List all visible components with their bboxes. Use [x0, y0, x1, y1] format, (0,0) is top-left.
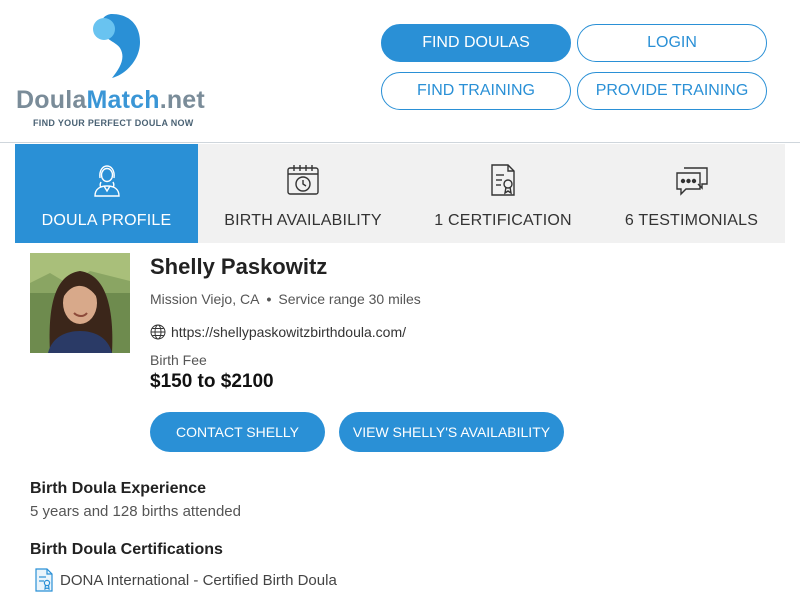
certificate-doc-icon [35, 568, 53, 592]
profile-photo [30, 253, 130, 353]
website-row: https://shellypaskowitzbirthdoula.com/ [150, 324, 406, 340]
globe-icon [150, 324, 166, 340]
site-header: DoulaMatch.net FIND YOUR PERFECT DOULA N… [0, 0, 800, 143]
doula-name: Shelly Paskowitz [150, 254, 328, 279]
contact-button[interactable]: CONTACT SHELLY [150, 412, 325, 452]
logo-wordmark[interactable]: DoulaMatch.net [16, 86, 205, 115]
provide-training-button[interactable]: PROVIDE TRAINING [577, 72, 767, 110]
service-range-text: Service range 30 miles [278, 291, 421, 307]
location-text: Mission Viejo, CA [150, 291, 260, 307]
find-doulas-button[interactable]: FIND DOULAS [381, 24, 571, 62]
logo-part-match: Match [86, 86, 160, 114]
tab-testimonials[interactable]: 6 TESTIMONIALS [598, 144, 785, 243]
certification-text: DONA International - Certified Birth Dou… [60, 571, 337, 589]
logo-part-doula: Doula [16, 86, 87, 114]
birth-fee-label: Birth Fee [150, 352, 207, 368]
experience-heading: Birth Doula Experience [30, 480, 207, 497]
doula-profile-icon [93, 165, 120, 197]
certification-item: DONA International - Certified Birth Dou… [34, 568, 337, 592]
view-availability-button[interactable]: VIEW SHELLY'S AVAILABILITY [339, 412, 564, 452]
tab-label: DOULA PROFILE [41, 212, 172, 229]
tab-doula-profile[interactable]: DOULA PROFILE [15, 144, 198, 243]
logo-icon[interactable] [90, 12, 142, 80]
logo-tagline: FIND YOUR PERFECT DOULA NOW [33, 118, 194, 128]
find-training-button[interactable]: FIND TRAINING [381, 72, 571, 110]
birth-fee-value: $150 to $2100 [150, 371, 274, 392]
tab-label: 1 CERTIFICATION [434, 212, 572, 229]
certifications-heading: Birth Doula Certifications [30, 541, 223, 558]
tab-certification[interactable]: 1 CERTIFICATION [408, 144, 598, 243]
location-line: Mission Viejo, CA • Service range 30 miles [150, 291, 421, 307]
experience-text: 5 years and 128 births attended [30, 503, 241, 520]
calendar-clock-icon [287, 165, 319, 195]
website-link[interactable]: https://shellypaskowitzbirthdoula.com/ [171, 324, 406, 340]
chat-bubbles-icon [675, 167, 708, 196]
logo-part-net: .net [159, 86, 205, 114]
certificate-icon [491, 164, 515, 196]
login-button[interactable]: LOGIN [577, 24, 767, 62]
separator-dot: • [266, 291, 272, 307]
tab-label: 6 TESTIMONIALS [624, 212, 759, 229]
tab-label: BIRTH AVAILABILITY [224, 212, 382, 229]
tab-birth-availability[interactable]: BIRTH AVAILABILITY [198, 144, 408, 243]
profile-tabs: DOULA PROFILE BIRTH AVAILABILITY 1 CERTI… [15, 144, 785, 243]
